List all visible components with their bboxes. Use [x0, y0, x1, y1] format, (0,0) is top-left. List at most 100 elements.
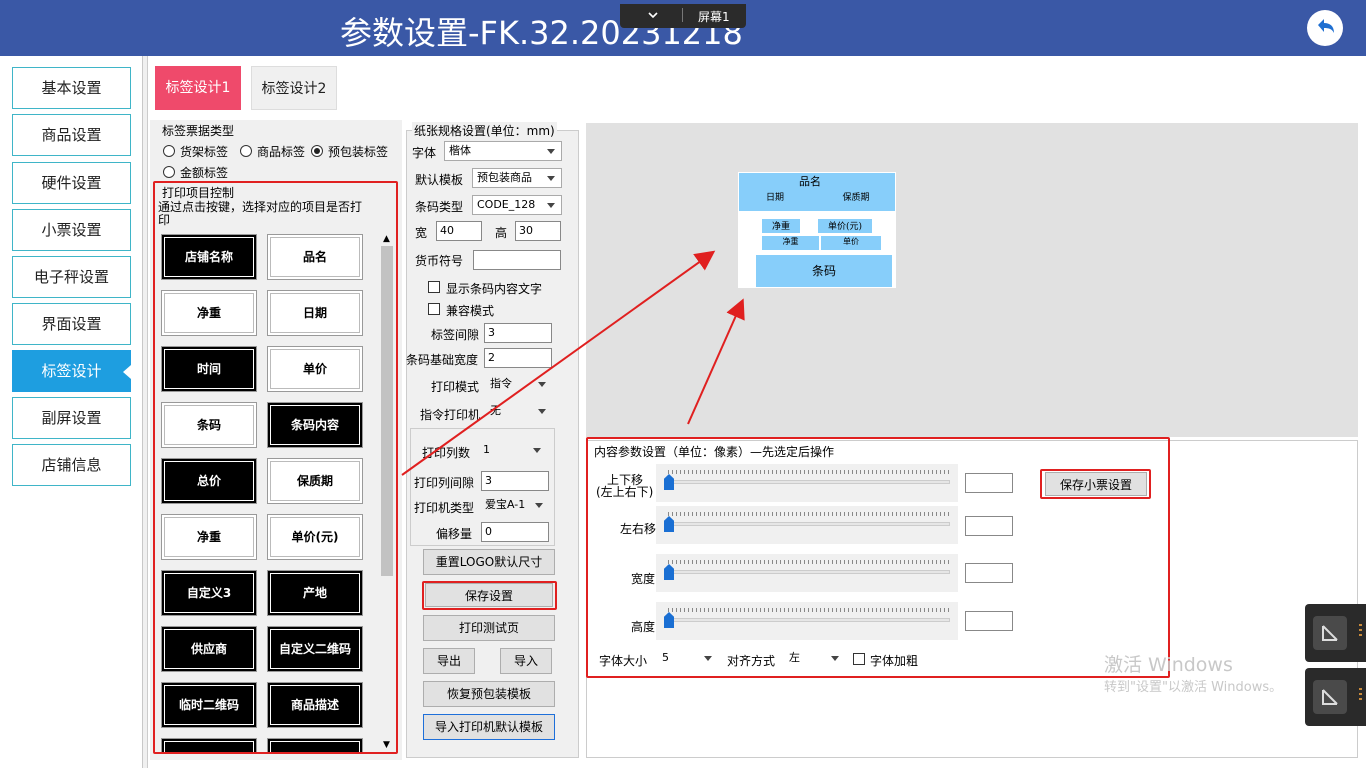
window-thumb-icon [1313, 616, 1347, 650]
preview-barcode[interactable]: 条码 [756, 255, 892, 287]
item-partial-1[interactable] [161, 738, 257, 752]
item-barcode-content[interactable]: 条码内容 [267, 402, 363, 448]
preview-unit-price[interactable]: 单价(元) [818, 219, 872, 233]
preview-weight[interactable]: 净重 [762, 219, 800, 233]
dock-item-2[interactable] [1305, 668, 1366, 726]
bold-checkbox[interactable] [853, 653, 865, 665]
compat-mode-checkbox[interactable] [428, 303, 440, 315]
reset-logo-button[interactable]: 重置LOGO默认尺寸 [423, 549, 555, 575]
export-button[interactable]: 导出 [423, 648, 475, 674]
width-label: 宽 [415, 226, 428, 240]
sidebar-item-store-info[interactable]: 店铺信息 [12, 444, 131, 486]
radio-goods-label[interactable] [240, 145, 252, 157]
item-date[interactable]: 日期 [267, 290, 363, 336]
item-store-name[interactable]: 店铺名称 [161, 234, 257, 280]
more-icon[interactable] [1359, 688, 1362, 702]
left-right-slider[interactable] [656, 506, 958, 544]
sidebar-item-hardware[interactable]: 硬件设置 [12, 162, 131, 204]
item-net-weight[interactable]: 净重 [161, 290, 257, 336]
preview-name[interactable]: 品名 [790, 173, 830, 188]
align-select[interactable]: 左 [785, 649, 845, 669]
barcode-width-input[interactable]: 2 [484, 348, 552, 368]
print-mode-select[interactable]: 指令 [486, 375, 552, 395]
width-thumb[interactable] [664, 564, 674, 580]
left-right-label: 左右移 [620, 522, 657, 536]
print-control-title: 打印项目控制 [162, 186, 235, 200]
print-test-page-button[interactable]: 打印测试页 [423, 615, 555, 641]
sidebar-item-second-screen[interactable]: 副屏设置 [12, 397, 131, 439]
currency-input[interactable] [473, 250, 561, 270]
item-custom-3[interactable]: 自定义3 [161, 570, 257, 616]
item-partial-2[interactable] [267, 738, 363, 752]
import-button[interactable]: 导入 [500, 648, 552, 674]
back-button[interactable] [1307, 10, 1343, 46]
item-supplier[interactable]: 供应商 [161, 626, 257, 672]
item-custom-qrcode[interactable]: 自定义二维码 [267, 626, 363, 672]
item-shelf-life[interactable]: 保质期 [267, 458, 363, 504]
radio-goods-label-text: 商品标签 [257, 145, 306, 159]
height-slider[interactable] [656, 602, 958, 640]
left-right-thumb[interactable] [664, 516, 674, 532]
scroll-thumb[interactable] [381, 246, 393, 576]
sidebar-item-interface[interactable]: 界面设置 [12, 303, 131, 345]
height-thumb[interactable] [664, 612, 674, 628]
col-gap-input[interactable]: 3 [481, 471, 549, 491]
columns-select[interactable]: 1 [479, 441, 547, 461]
more-icon[interactable] [1359, 624, 1362, 638]
tab-label-design-1[interactable]: 标签设计1 [155, 66, 241, 110]
item-barcode[interactable]: 条码 [161, 402, 257, 448]
width-slider[interactable] [656, 554, 958, 592]
bold-label: 字体加粗 [870, 654, 919, 668]
font-select[interactable]: 楷体 [444, 141, 562, 161]
item-net-weight-2[interactable]: 净重 [161, 514, 257, 560]
screen-switcher[interactable]: 屏幕1 [620, 4, 746, 28]
barcode-type-select[interactable]: CODE_128 [472, 195, 562, 215]
radio-amount-label[interactable] [163, 166, 175, 178]
tab-label-design-2[interactable]: 标签设计2 [251, 66, 337, 110]
item-product-desc[interactable]: 商品描述 [267, 682, 363, 728]
restore-prepack-template-button[interactable]: 恢复预包装模板 [423, 681, 555, 707]
scroll-up-icon[interactable]: ▲ [383, 234, 390, 244]
import-printer-template-button[interactable]: 导入打印机默认模板 [423, 714, 555, 740]
print-mode-label: 打印模式 [431, 380, 480, 394]
sidebar-item-goods[interactable]: 商品设置 [12, 114, 131, 156]
preview-weight-2[interactable]: 净重 [762, 236, 819, 250]
item-temp-qrcode[interactable]: 临时二维码 [161, 682, 257, 728]
sidebar-item-basic[interactable]: 基本设置 [12, 67, 131, 109]
radio-prepack-label[interactable] [311, 145, 323, 157]
dock-item-1[interactable] [1305, 604, 1366, 662]
sidebar-item-scale[interactable]: 电子秤设置 [12, 256, 131, 298]
offset-input[interactable]: 0 [481, 522, 549, 542]
up-down-input[interactable] [965, 473, 1013, 493]
scroll-down-icon[interactable]: ▼ [383, 740, 390, 750]
columns-label: 打印列数 [422, 446, 471, 460]
sidebar-item-label-design[interactable]: 标签设计 [12, 350, 131, 392]
width-param-input[interactable] [965, 563, 1013, 583]
item-unit-price-yuan[interactable]: 单价(元) [267, 514, 363, 560]
show-barcode-text-checkbox[interactable] [428, 281, 440, 293]
template-select[interactable]: 预包装商品 [472, 168, 562, 188]
font-size-select[interactable]: 5 [658, 649, 718, 669]
width-input[interactable]: 40 [436, 221, 482, 241]
item-origin[interactable]: 产地 [267, 570, 363, 616]
item-product-name[interactable]: 品名 [267, 234, 363, 280]
radio-shelf-label[interactable] [163, 145, 175, 157]
cmd-printer-select[interactable]: 无 [486, 402, 552, 422]
scrollbar[interactable]: ▲ ▼ [380, 232, 395, 752]
preview-date[interactable]: 日期 [760, 190, 790, 203]
height-input[interactable]: 30 [515, 221, 561, 241]
item-total-price[interactable]: 总价 [161, 458, 257, 504]
chevron-down-icon[interactable] [646, 8, 660, 22]
label-preview-card[interactable]: 品名 日期 保质期 净重 单价(元) 净重 单价 条码 [738, 172, 896, 288]
up-down-thumb[interactable] [664, 474, 674, 490]
printer-type-select[interactable]: 爱宝A-1 [481, 496, 549, 516]
gap-input[interactable]: 3 [484, 323, 552, 343]
up-down-slider[interactable] [656, 464, 958, 502]
left-right-input[interactable] [965, 516, 1013, 536]
height-param-input[interactable] [965, 611, 1013, 631]
preview-price-2[interactable]: 单价 [821, 236, 881, 250]
sidebar-item-receipt[interactable]: 小票设置 [12, 209, 131, 251]
item-time[interactable]: 时间 [161, 346, 257, 392]
item-unit-price[interactable]: 单价 [267, 346, 363, 392]
preview-shelf-life[interactable]: 保质期 [836, 190, 876, 203]
